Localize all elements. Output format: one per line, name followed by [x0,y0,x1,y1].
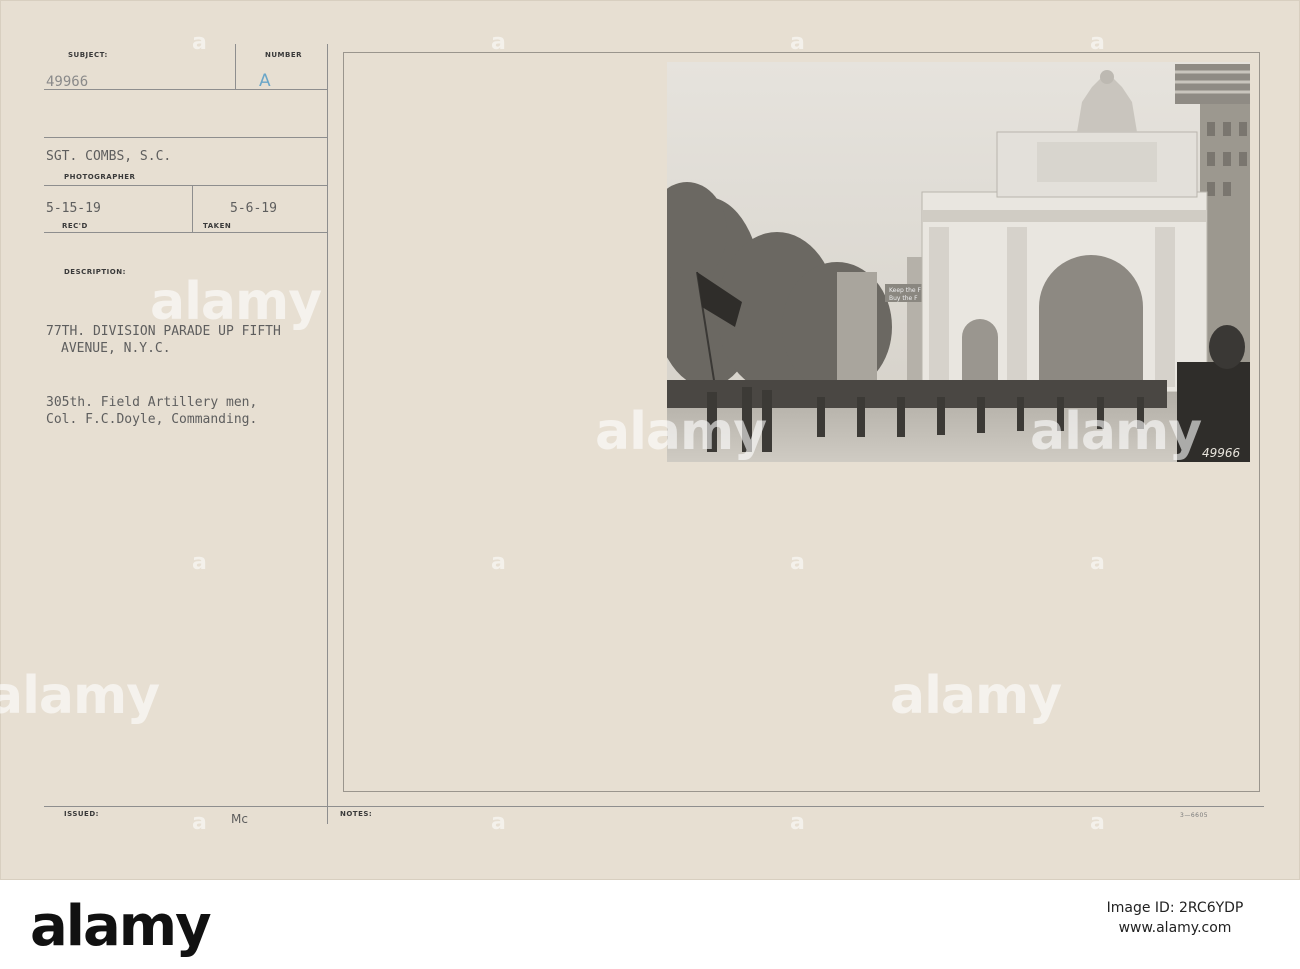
archive-card: SUBJECT: 49966 NUMBER A SGT. COMBS, S.C.… [0,0,1300,880]
banner-text: Keep the F [889,287,921,294]
image-id: Image ID: 2RC6YDP [1106,900,1244,916]
watermark-mark: a [491,30,506,55]
taken-label: TAKEN [203,222,232,230]
watermark: alamy [150,272,322,332]
form-code: 3—6605 [1180,812,1209,819]
watermark-mark: a [1090,810,1105,835]
rule [44,232,327,233]
watermark-mark: a [192,810,207,835]
watermark: alamy [595,402,767,462]
notes-label: NOTES: [340,810,373,818]
description-line: Col. F.C.Doyle, Commanding. [46,412,258,427]
watermark-mark: a [192,30,207,55]
watermark: alamy [0,666,160,726]
watermark-mark: a [1090,30,1105,55]
rule [327,44,328,824]
description-label: DESCRIPTION: [64,268,126,276]
rule [235,44,236,90]
watermark: alamy [890,666,1062,726]
description-line: AVENUE, N.Y.C. [61,341,171,356]
rule [44,137,327,138]
watermark-mark: a [790,810,805,835]
rule [192,186,193,232]
rule [44,185,327,186]
watermark-mark: a [790,550,805,575]
watermark: alamy [1030,402,1202,462]
banner-text: Buy the F [889,295,918,302]
negative-number: 49966 [1202,446,1241,460]
watermark-mark: a [1090,550,1105,575]
issued-value: Mc [231,812,248,826]
issued-label: ISSUED: [64,810,99,818]
brand-logo: alamy [30,894,212,959]
watermark-mark: a [491,550,506,575]
rule [44,806,1264,807]
number-value: A [259,71,271,91]
number-label: NUMBER [265,51,303,59]
recd-label: REC'D [62,222,88,230]
watermark-mark: a [790,30,805,55]
taken-date: 5-6-19 [230,201,277,216]
watermark-mark: a [491,810,506,835]
subject-label: SUBJECT: [68,51,108,59]
subject-value: 49966 [46,74,89,90]
photographer-label: PHOTOGRAPHER [64,173,136,181]
watermark-mark: a [192,550,207,575]
photographer-value: SGT. COMBS, S.C. [46,149,172,164]
recd-date: 5-15-19 [46,201,101,216]
description-line: 305th. Field Artillery men, [46,395,258,410]
site-url[interactable]: www.alamy.com [1080,920,1270,936]
